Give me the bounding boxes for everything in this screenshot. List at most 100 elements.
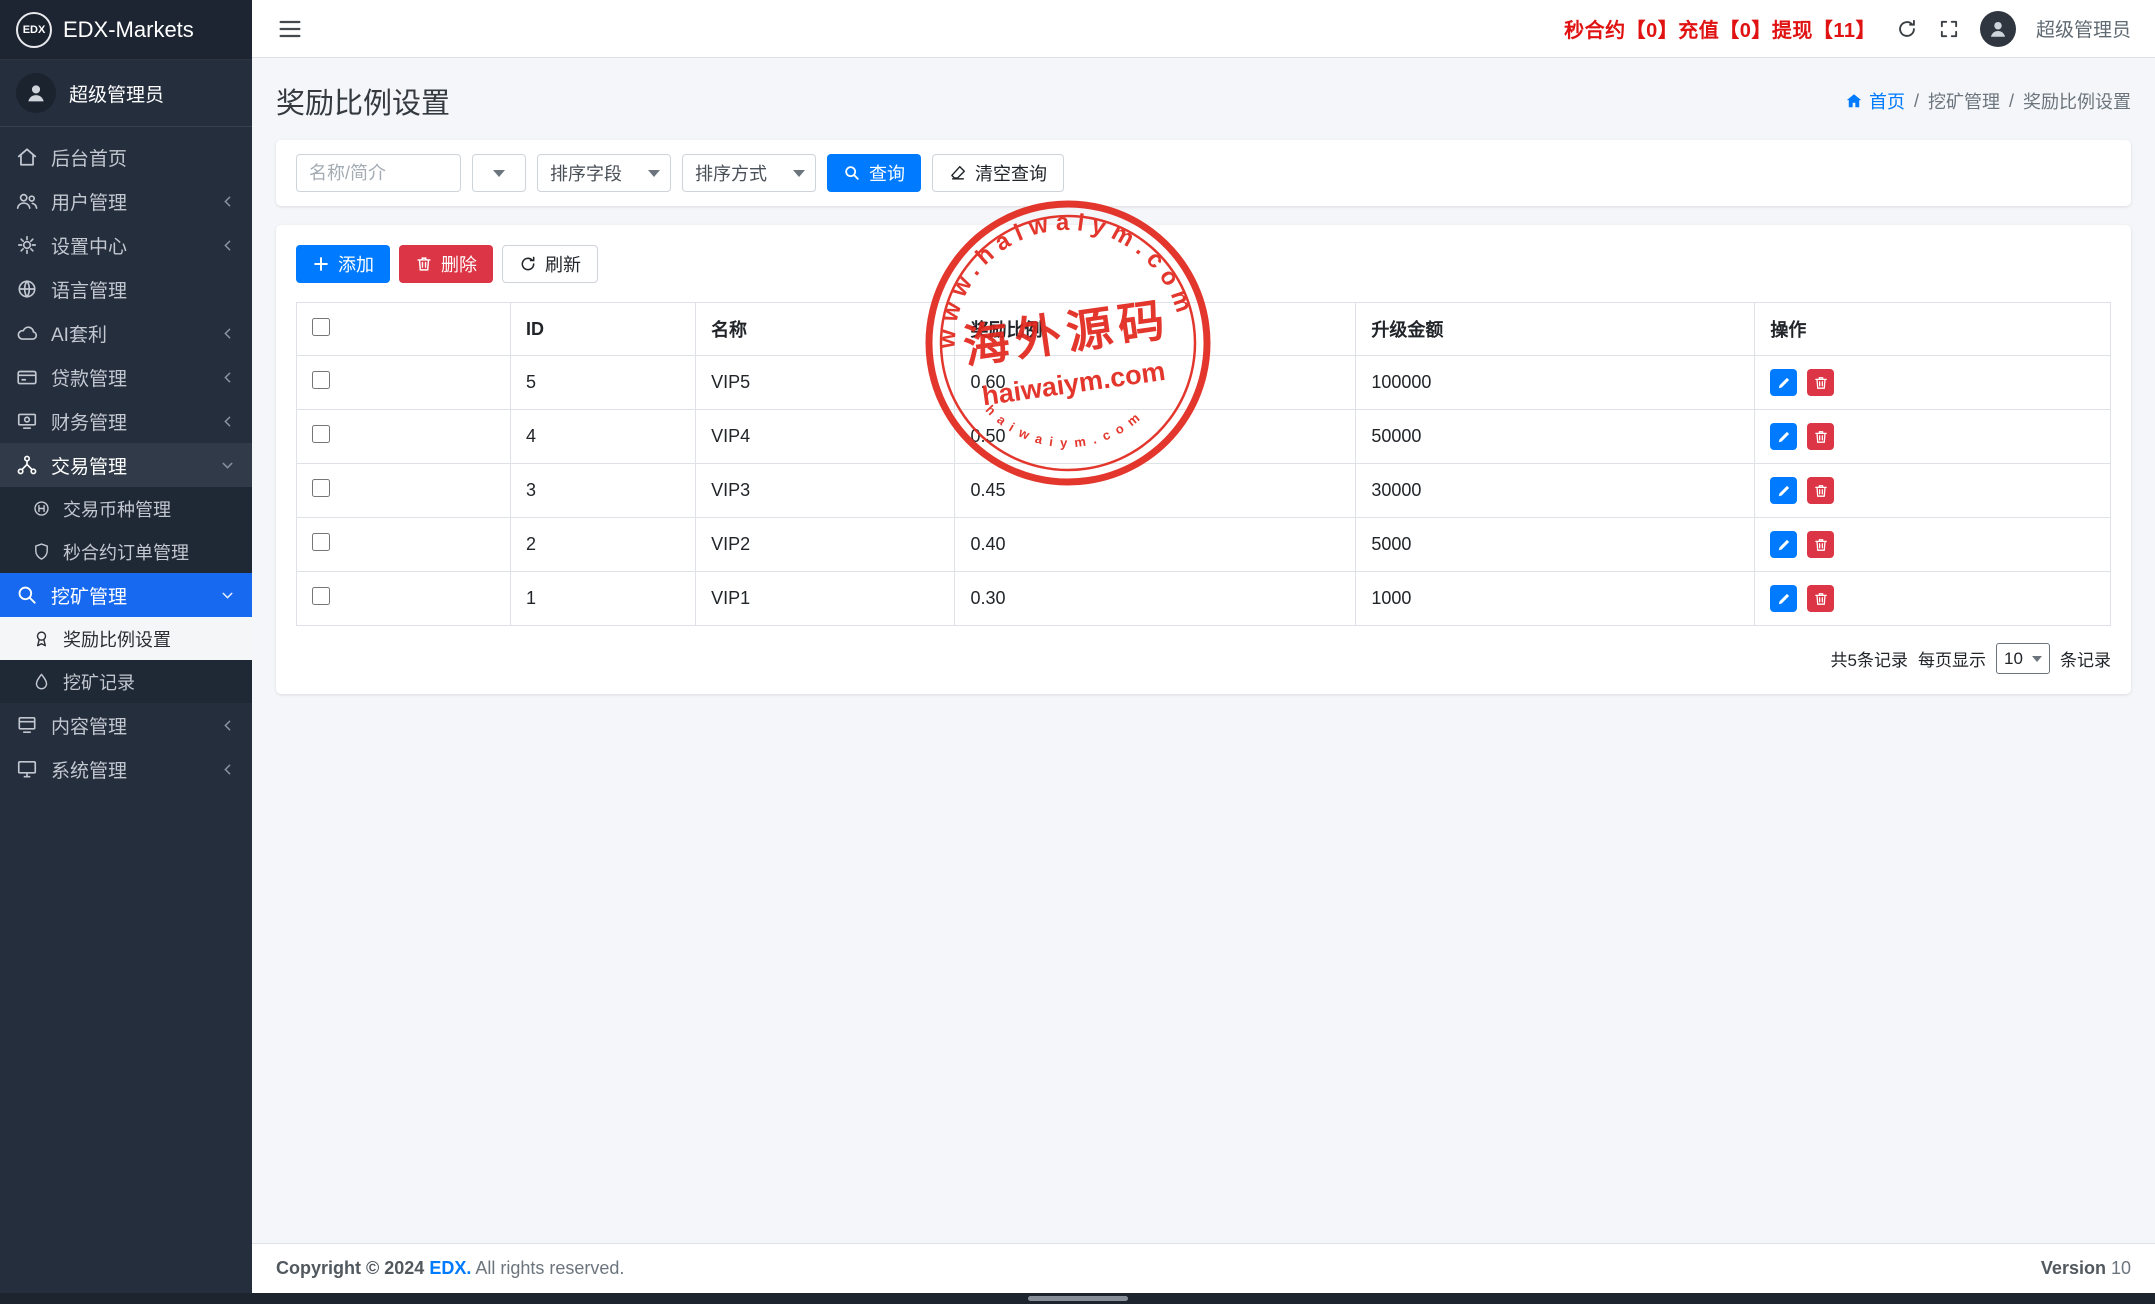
sort-order-select[interactable]: 排序方式 xyxy=(682,154,816,192)
row-checkbox[interactable] xyxy=(312,533,330,551)
sidebar-item-reward-ratio[interactable]: 奖励比例设置 xyxy=(0,617,252,660)
trash-icon xyxy=(415,255,433,273)
topbar-user-name[interactable]: 超级管理员 xyxy=(2036,15,2131,42)
footer-brand-link[interactable]: EDX. xyxy=(429,1258,471,1278)
sidebar-item-label: 财务管理 xyxy=(51,408,127,435)
select-all-checkbox[interactable] xyxy=(312,318,330,336)
table-row: 1 VIP1 0.30 1000 xyxy=(297,572,2111,626)
content-header: 奖励比例设置 首页 / 挖矿管理 / 奖励比例设置 xyxy=(252,58,2155,140)
sidebar-item-language[interactable]: 语言管理 xyxy=(0,267,252,311)
trade-network-icon xyxy=(16,454,38,476)
cell-ratio: 0.40 xyxy=(955,518,1356,572)
sidebar-item-trade[interactable]: 交易管理 xyxy=(0,443,252,487)
record-count: 共5条记录 xyxy=(1831,646,1908,671)
users-icon xyxy=(16,190,38,212)
query-button[interactable]: 查询 xyxy=(827,154,921,192)
cell-name: VIP3 xyxy=(696,464,955,518)
shield-icon xyxy=(32,542,51,561)
sidebar-item-loans[interactable]: 贷款管理 xyxy=(0,355,252,399)
sidebar-item-trade-coins[interactable]: 交易币种管理 xyxy=(0,487,252,530)
edit-button[interactable] xyxy=(1770,369,1797,396)
refresh-icon[interactable] xyxy=(1896,18,1918,40)
user-avatar-icon xyxy=(16,73,56,113)
row-checkbox[interactable] xyxy=(312,479,330,497)
breadcrumb-separator: / xyxy=(2009,91,2014,112)
table-header-row: ID 名称 奖励比例 升级金额 操作 xyxy=(297,303,2111,356)
search-icon xyxy=(843,164,861,182)
cell-name: VIP2 xyxy=(696,518,955,572)
gear-icon xyxy=(16,234,38,256)
row-checkbox[interactable] xyxy=(312,587,330,605)
clear-query-button[interactable]: 清空查询 xyxy=(932,154,1064,192)
chevron-down-icon xyxy=(648,170,660,177)
add-button[interactable]: 添加 xyxy=(296,245,390,283)
query-button-label: 查询 xyxy=(869,160,905,186)
delete-button-label: 删除 xyxy=(441,251,477,277)
table-row: 5 VIP5 0.60 100000 xyxy=(297,356,2111,410)
edit-button[interactable] xyxy=(1770,477,1797,504)
chevron-left-icon xyxy=(219,193,236,210)
edit-button[interactable] xyxy=(1770,585,1797,612)
sidebar-item-contract-orders[interactable]: 秒合约订单管理 xyxy=(0,530,252,573)
row-checkbox[interactable] xyxy=(312,371,330,389)
fullscreen-icon[interactable] xyxy=(1938,18,1960,40)
breadcrumb-section: 挖矿管理 xyxy=(1928,88,2000,114)
column-header-id[interactable]: ID xyxy=(511,303,696,356)
version: Version 10 xyxy=(2041,1258,2131,1279)
row-checkbox[interactable] xyxy=(312,425,330,443)
plus-icon xyxy=(312,255,330,273)
copyright-text: Copyright © 2024 xyxy=(276,1258,424,1278)
drop-icon xyxy=(32,672,51,691)
sort-field-select[interactable]: 排序字段 xyxy=(537,154,671,192)
cell-name: VIP1 xyxy=(696,572,955,626)
breadcrumb-home-link[interactable]: 首页 xyxy=(1845,88,1905,114)
cell-ratio: 0.50 xyxy=(955,410,1356,464)
bottom-bar-handle[interactable] xyxy=(1028,1296,1128,1301)
mining-submenu: 奖励比例设置 挖矿记录 xyxy=(0,617,252,703)
chevron-down-icon xyxy=(493,170,505,177)
search-icon xyxy=(16,584,38,606)
column-header-amount[interactable]: 升级金额 xyxy=(1356,303,1755,356)
column-header-ratio[interactable]: 奖励比例 xyxy=(955,303,1356,356)
sidebar: EDX EDX-Markets 超级管理员 后台首页 用户管理 设置中心 语言管… xyxy=(0,0,252,1304)
per-page-select[interactable]: 10 xyxy=(1996,643,2050,674)
main-area: 秒合约【0】充值【0】提现【11】 超级管理员 奖励比例设置 首页 / 挖矿管理… xyxy=(252,0,2155,1304)
row-delete-button[interactable] xyxy=(1807,423,1834,450)
sidebar-item-finance[interactable]: 财务管理 xyxy=(0,399,252,443)
sidebar-item-label: 挖矿记录 xyxy=(63,669,135,695)
sidebar-item-ai-arbitrage[interactable]: AI套利 xyxy=(0,311,252,355)
pending-counters[interactable]: 秒合约【0】充值【0】提现【11】 xyxy=(1564,14,1876,43)
sidebar-item-content[interactable]: 内容管理 xyxy=(0,703,252,747)
field-select[interactable] xyxy=(472,154,526,192)
row-delete-button[interactable] xyxy=(1807,477,1834,504)
chevron-left-icon xyxy=(219,237,236,254)
chevron-left-icon xyxy=(219,369,236,386)
sidebar-item-system[interactable]: 系统管理 xyxy=(0,747,252,791)
edit-button[interactable] xyxy=(1770,531,1797,558)
sidebar-item-users[interactable]: 用户管理 xyxy=(0,179,252,223)
row-delete-button[interactable] xyxy=(1807,531,1834,558)
sidebar-item-label: 贷款管理 xyxy=(51,364,127,391)
chevron-down-icon xyxy=(793,170,805,177)
row-delete-button[interactable] xyxy=(1807,585,1834,612)
sidebar-item-mining-records[interactable]: 挖矿记录 xyxy=(0,660,252,703)
delete-button[interactable]: 删除 xyxy=(399,245,493,283)
refresh-button[interactable]: 刷新 xyxy=(502,245,598,283)
brand[interactable]: EDX EDX-Markets xyxy=(0,0,252,60)
per-page-value: 10 xyxy=(2004,649,2023,669)
topbar-avatar[interactable] xyxy=(1980,11,2016,47)
column-header-actions: 操作 xyxy=(1755,303,2111,356)
sidebar-item-mining[interactable]: 挖矿管理 xyxy=(0,573,252,617)
award-icon xyxy=(32,629,51,648)
row-delete-button[interactable] xyxy=(1807,369,1834,396)
sidebar-item-label: 交易币种管理 xyxy=(63,496,171,522)
chevron-left-icon xyxy=(219,761,236,778)
sort-order-label: 排序方式 xyxy=(695,160,767,186)
sidebar-item-settings[interactable]: 设置中心 xyxy=(0,223,252,267)
edit-button[interactable] xyxy=(1770,423,1797,450)
sidebar-item-dashboard[interactable]: 后台首页 xyxy=(0,135,252,179)
hamburger-menu-icon[interactable] xyxy=(276,15,304,43)
table-row: 2 VIP2 0.40 5000 xyxy=(297,518,2111,572)
search-input[interactable] xyxy=(296,154,461,192)
column-header-name[interactable]: 名称 xyxy=(696,303,955,356)
